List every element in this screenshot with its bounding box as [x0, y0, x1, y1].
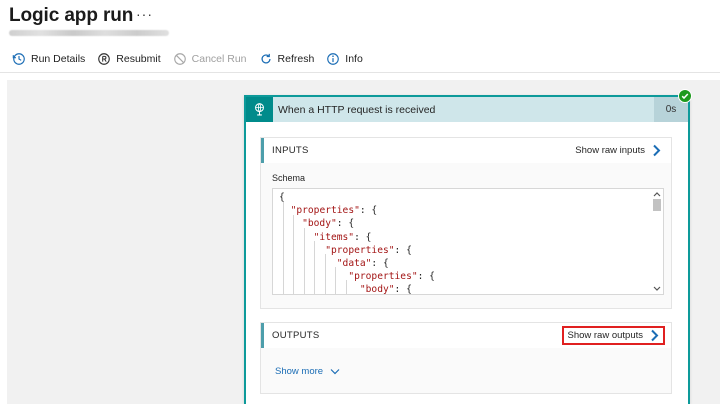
chevron-down-icon [330, 369, 340, 375]
code-line: "body": { [359, 284, 412, 295]
chevron-right-icon [653, 144, 661, 157]
inputs-header: INPUTS Show raw inputs [261, 138, 671, 163]
code-line: "items": { [313, 231, 372, 243]
show-raw-outputs-label: Show raw outputs [567, 330, 643, 341]
trigger-card: When a HTTP request is received 0s INPUT… [244, 95, 690, 404]
scroll-down-icon[interactable] [653, 285, 661, 293]
show-more-link[interactable]: Show more [275, 366, 340, 377]
refresh-icon [260, 53, 271, 64]
chevron-right-icon [651, 329, 659, 342]
http-request-icon [246, 97, 273, 122]
info-button[interactable]: Info [326, 52, 363, 66]
cancel-run-button[interactable]: Cancel Run [173, 52, 247, 66]
toolbar-divider [0, 72, 720, 73]
more-options-button[interactable]: ··· [136, 6, 153, 22]
outputs-title: OUTPUTS [272, 330, 320, 341]
schema-code-viewer[interactable]: { "properties": { "body": { "items": { "… [272, 188, 664, 295]
show-raw-inputs-label: Show raw inputs [575, 145, 645, 156]
code-line: "body": { [302, 218, 355, 230]
scroll-up-icon[interactable] [653, 190, 661, 198]
resubmit-button[interactable]: Resubmit [97, 52, 161, 66]
info-label: Info [345, 53, 363, 65]
code-line: "properties": { [290, 205, 378, 217]
run-details-label: Run Details [31, 53, 86, 65]
trigger-card-header[interactable]: When a HTTP request is received 0s [246, 97, 688, 122]
page-header: Logic app run ··· Run Details Resubmit C… [0, 0, 720, 74]
history-icon [12, 53, 25, 65]
info-icon [327, 53, 340, 65]
scrollbar-thumb[interactable] [653, 199, 661, 211]
outputs-header: OUTPUTS Show raw outputs [261, 323, 671, 348]
vertical-scrollbar[interactable] [651, 189, 663, 294]
trigger-title: When a HTTP request is received [278, 103, 436, 116]
run-details-button[interactable]: Run Details [12, 52, 85, 66]
success-check-icon [678, 89, 692, 103]
code-line: { [279, 192, 285, 203]
schema-code: { "properties": { "body": { "items": { "… [279, 191, 435, 295]
show-more-label: Show more [275, 366, 324, 377]
schema-label: Schema [272, 173, 306, 183]
refresh-button[interactable]: Refresh [259, 52, 315, 66]
page-title: Logic app run [9, 5, 134, 26]
inputs-section: INPUTS Show raw inputs Schema { "propert… [260, 137, 672, 309]
code-line: "data": { [336, 257, 389, 269]
cancel-icon [173, 53, 186, 65]
refresh-label: Refresh [277, 53, 315, 65]
show-raw-inputs-link[interactable]: Show raw inputs [575, 138, 661, 163]
resubmit-label: Resubmit [116, 53, 161, 65]
outputs-section: OUTPUTS Show raw outputs Show more [260, 322, 672, 394]
toolbar: Run Details Resubmit Cancel Run Refresh [0, 48, 720, 70]
code-line: "properties": { [348, 271, 435, 283]
blurred-subtitle [9, 30, 169, 36]
code-line: "properties": { [325, 244, 412, 256]
inputs-title: INPUTS [272, 145, 309, 156]
resubmit-icon [98, 53, 111, 65]
cancel-run-label: Cancel Run [191, 53, 247, 65]
show-raw-outputs-link[interactable]: Show raw outputs [562, 326, 665, 345]
